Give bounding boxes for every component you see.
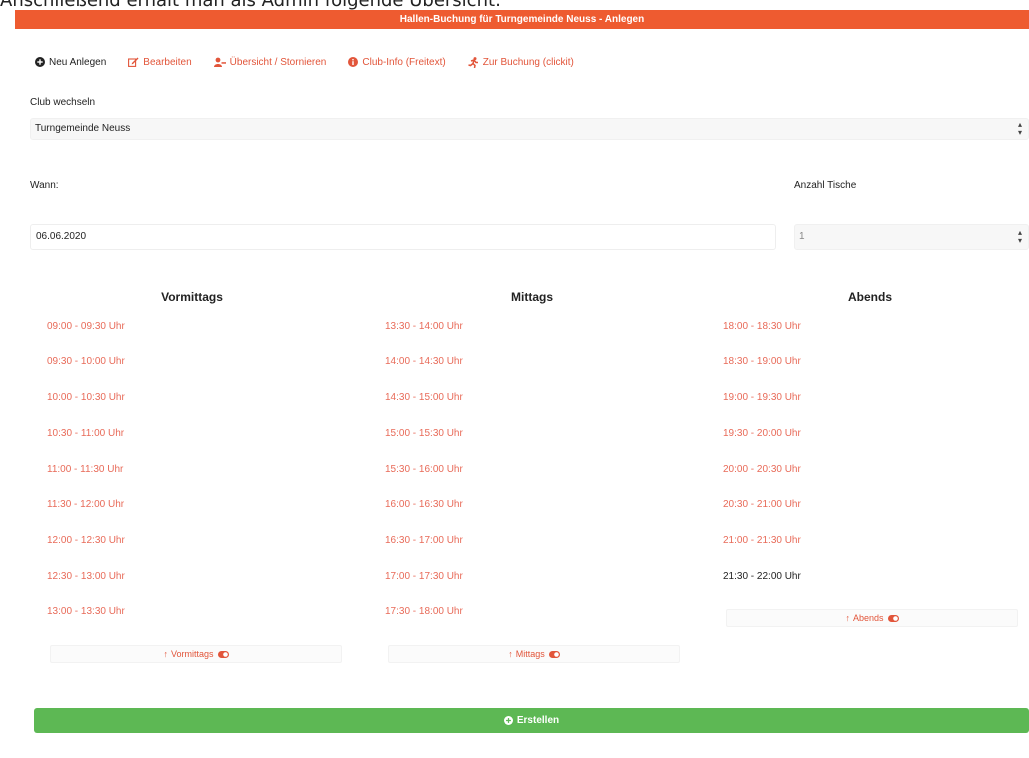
tab-new[interactable]: Neu Anlegen xyxy=(35,57,106,68)
time-slot[interactable]: 11:30 - 12:00 Uhr xyxy=(47,499,124,510)
time-slot[interactable]: 12:30 - 13:00 Uhr xyxy=(47,571,125,582)
time-slot[interactable]: 21:00 - 21:30 Uhr xyxy=(723,535,801,546)
column-heading-noon: Mittags xyxy=(511,290,553,304)
time-slot[interactable]: 20:30 - 21:00 Uhr xyxy=(723,499,801,510)
toggle-icon xyxy=(887,614,899,622)
tab-club-info-label: Club-Info (Freitext) xyxy=(362,56,446,68)
time-slot[interactable]: 18:30 - 19:00 Uhr xyxy=(723,356,801,367)
time-slot[interactable]: 17:30 - 18:00 Uhr xyxy=(385,606,463,617)
plus-circle-icon xyxy=(35,57,45,67)
date-label: Wann: xyxy=(30,180,59,191)
tables-label: Anzahl Tische xyxy=(794,180,857,191)
toggle-morning-button[interactable]: ↑ Vormittags xyxy=(50,645,342,663)
tables-select-value: 1 xyxy=(799,231,805,242)
tab-club-info[interactable]: Club-Info (Freitext) xyxy=(348,56,446,68)
time-slot[interactable]: 15:30 - 16:00 Uhr xyxy=(385,464,463,475)
date-input[interactable]: 06.06.2020 xyxy=(30,224,776,250)
date-input-value: 06.06.2020 xyxy=(36,231,87,242)
select-arrows-icon: ▴ ▾ xyxy=(1017,120,1022,137)
time-slot[interactable]: 09:00 - 09:30 Uhr xyxy=(47,321,125,332)
tab-edit-label: Bearbeiten xyxy=(143,56,192,68)
time-slot[interactable]: 12:00 - 12:30 Uhr xyxy=(47,535,125,546)
column-heading-evening: Abends xyxy=(847,290,892,304)
arrow-up-icon: ↑ xyxy=(845,613,850,623)
toggle-evening-label: Abends xyxy=(852,613,884,623)
club-select-value: Turngemeinde Neuss xyxy=(35,123,131,134)
tables-select[interactable]: 1 ▴ ▾ xyxy=(794,224,1029,250)
time-slot[interactable]: 19:30 - 20:00 Uhr xyxy=(723,428,801,439)
edit-icon xyxy=(128,57,139,67)
create-button[interactable]: Erstellen xyxy=(34,708,1029,733)
time-slot-booked[interactable]: 21:30 - 22:00 Uhr xyxy=(723,571,801,582)
plus-circle-icon xyxy=(503,716,513,725)
select-arrows-icon: ▴ ▾ xyxy=(1017,228,1022,245)
time-slot[interactable]: 14:30 - 15:00 Uhr xyxy=(385,392,463,403)
time-slot[interactable]: 09:30 - 10:00 Uhr xyxy=(47,356,125,367)
time-slot[interactable]: 14:00 - 14:30 Uhr xyxy=(385,356,463,367)
tab-overview[interactable]: Übersicht / Stornieren xyxy=(213,56,327,68)
app-title-bar: Hallen-Buchung für Turngemeinde Neuss - … xyxy=(15,10,1029,29)
tab-new-label: Neu Anlegen xyxy=(49,56,107,68)
time-slot[interactable]: 18:00 - 18:30 Uhr xyxy=(723,321,801,332)
arrow-up-icon: ↑ xyxy=(508,649,513,659)
time-slot[interactable]: 10:00 - 10:30 Uhr xyxy=(47,392,125,403)
toggle-icon xyxy=(217,650,229,658)
toggle-evening-button[interactable]: ↑ Abends xyxy=(726,609,1018,627)
running-icon xyxy=(468,56,478,68)
time-slot[interactable]: 16:00 - 16:30 Uhr xyxy=(385,499,463,510)
club-select[interactable]: Turngemeinde Neuss ▴ ▾ xyxy=(30,118,1029,140)
toggle-morning-label: Vormittags xyxy=(170,649,214,659)
time-slot[interactable]: 10:30 - 11:00 Uhr xyxy=(47,428,124,439)
time-slot[interactable]: 15:00 - 15:30 Uhr xyxy=(385,428,463,439)
tab-to-booking-label: Zur Buchung (clickit) xyxy=(482,56,574,68)
time-slot[interactable]: 20:00 - 20:30 Uhr xyxy=(723,464,801,475)
time-slot[interactable]: 13:00 - 13:30 Uhr xyxy=(47,606,125,617)
toggle-noon-button[interactable]: ↑ Mittags xyxy=(388,645,680,663)
nav-tabs: Neu Anlegen Bearbeiten Übersicht / Storn… xyxy=(35,54,596,70)
column-heading-morning: Vormittags xyxy=(161,290,223,304)
time-slot[interactable]: 16:30 - 17:00 Uhr xyxy=(385,535,463,546)
tab-to-booking[interactable]: Zur Buchung (clickit) xyxy=(468,57,574,68)
info-icon xyxy=(348,57,359,67)
time-slot[interactable]: 19:00 - 19:30 Uhr xyxy=(723,392,801,403)
tab-overview-label: Übersicht / Stornieren xyxy=(229,56,327,68)
toggle-noon-label: Mittags xyxy=(515,649,545,659)
user-minus-icon xyxy=(213,57,226,67)
time-slot[interactable]: 11:00 - 11:30 Uhr xyxy=(47,464,123,475)
tab-edit[interactable]: Bearbeiten xyxy=(128,56,192,68)
create-button-label: Erstellen xyxy=(516,715,560,726)
club-select-label: Club wechseln xyxy=(30,97,96,108)
time-slot[interactable]: 13:30 - 14:00 Uhr xyxy=(385,321,463,332)
arrow-up-icon: ↑ xyxy=(163,649,168,659)
toggle-icon xyxy=(548,650,560,658)
time-slot[interactable]: 17:00 - 17:30 Uhr xyxy=(385,571,463,582)
